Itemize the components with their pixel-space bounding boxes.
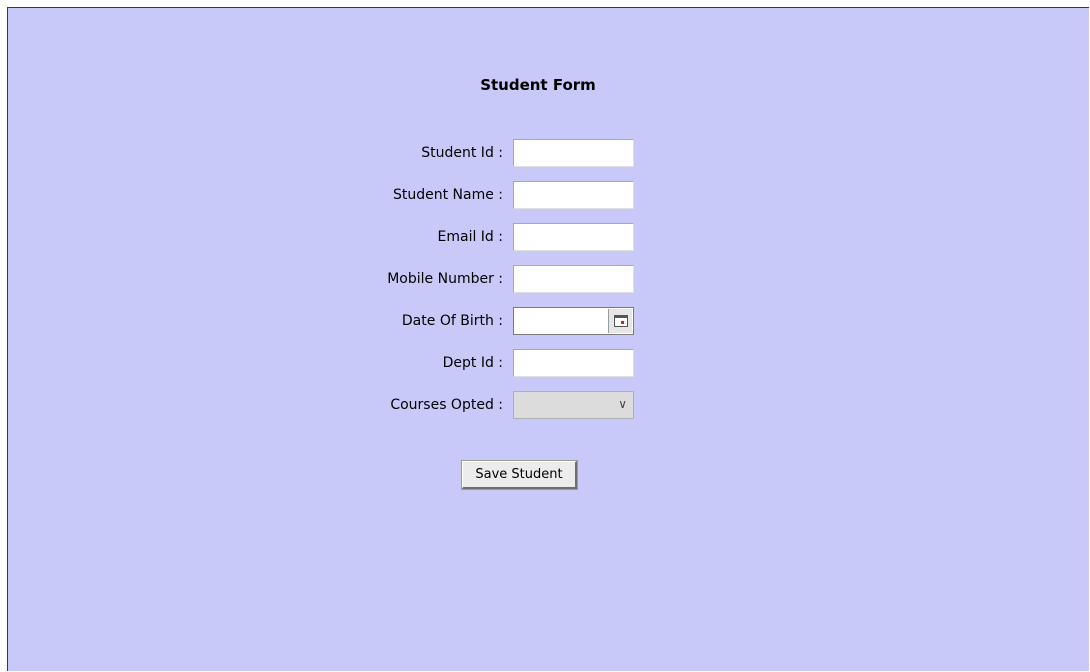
- row-student-id: Student Id :: [8, 139, 648, 167]
- dept-id-input[interactable]: [513, 349, 634, 377]
- row-mobile-number: Mobile Number :: [8, 265, 648, 293]
- chevron-down-icon: ∨: [618, 397, 627, 411]
- row-email-id: Email Id :: [8, 223, 648, 251]
- email-id-input[interactable]: [513, 223, 634, 251]
- courses-opted-label: Courses Opted :: [390, 397, 503, 413]
- student-name-label: Student Name :: [392, 187, 503, 203]
- dept-id-label: Dept Id :: [442, 355, 503, 371]
- mobile-number-label: Mobile Number :: [387, 271, 503, 287]
- date-of-birth-picker: [513, 307, 634, 335]
- student-id-input[interactable]: [513, 139, 634, 167]
- save-student-button[interactable]: Save Student: [461, 460, 578, 490]
- mobile-number-input[interactable]: [513, 265, 634, 293]
- calendar-icon: [614, 315, 628, 327]
- courses-opted-select[interactable]: ∨: [513, 391, 634, 419]
- calendar-button[interactable]: [608, 309, 632, 333]
- row-dept-id: Dept Id :: [8, 349, 648, 377]
- date-of-birth-label: Date Of Birth :: [401, 313, 503, 329]
- student-id-label: Student Id :: [421, 145, 503, 161]
- row-date-of-birth: Date Of Birth :: [8, 307, 648, 335]
- date-of-birth-input[interactable]: [515, 309, 607, 333]
- email-id-label: Email Id :: [437, 229, 503, 245]
- student-name-input[interactable]: [513, 181, 634, 209]
- row-courses-opted: Courses Opted : ∨: [8, 391, 648, 419]
- row-student-name: Student Name :: [8, 181, 648, 209]
- student-form-panel: Student Form Student Id : Student Name :…: [7, 7, 1089, 671]
- form-title: Student Form: [480, 76, 596, 94]
